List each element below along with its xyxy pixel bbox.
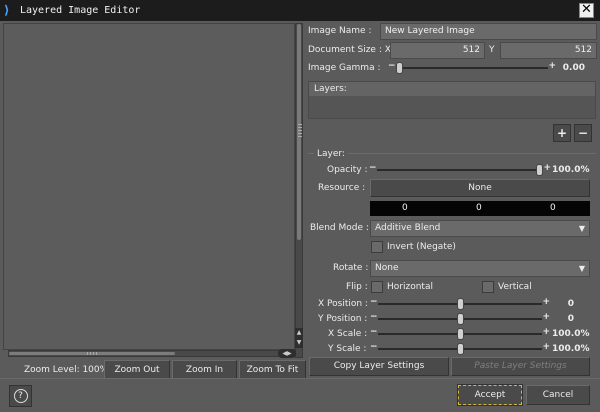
x-position-label: X Position : bbox=[318, 299, 368, 309]
blend-mode-label: Blend Mode : bbox=[310, 223, 369, 233]
x-position-slider-thumb[interactable] bbox=[456, 298, 464, 310]
rotate-value: None bbox=[375, 263, 399, 273]
y-position-slider[interactable]: − + bbox=[370, 312, 550, 325]
layers-header: Layers: bbox=[309, 82, 595, 96]
document-size-x-label: Document Size : X bbox=[308, 45, 391, 55]
opacity-label: Opacity : bbox=[327, 165, 368, 175]
document-size-x-field[interactable]: 512 bbox=[390, 42, 485, 59]
y-scale-slider[interactable]: − + bbox=[370, 342, 550, 355]
blend-mode-value: Additive Blend bbox=[375, 223, 441, 233]
x-scale-slider-thumb[interactable] bbox=[456, 328, 464, 340]
scroll-down-icon[interactable]: ▼ bbox=[295, 338, 303, 348]
y-scale-value: 100.0% bbox=[552, 344, 590, 354]
gamma-plus-icon: + bbox=[548, 61, 556, 71]
document-size-y-label: Y bbox=[489, 45, 495, 55]
scroll-left-right-icon[interactable]: ◀▶ bbox=[278, 349, 296, 358]
x-position-plus-icon: + bbox=[542, 297, 550, 307]
opacity-plus-icon: + bbox=[543, 163, 551, 173]
gamma-slider-thumb[interactable] bbox=[396, 62, 403, 74]
layer-group-title: Layer: bbox=[314, 147, 348, 161]
remove-layer-button[interactable]: − bbox=[574, 124, 592, 142]
document-size-y-field[interactable]: 512 bbox=[500, 42, 597, 59]
image-name-label: Image Name : bbox=[308, 26, 372, 36]
y-scale-minus-icon: − bbox=[370, 342, 378, 352]
flip-vertical-label: Vertical bbox=[498, 282, 532, 292]
dialog-footer: ? Accept Cancel bbox=[0, 378, 600, 412]
layers-list[interactable]: Layers: bbox=[308, 81, 596, 119]
color-value-r: 0 bbox=[402, 203, 408, 213]
rotate-label: Rotate : bbox=[333, 263, 369, 273]
x-position-minus-icon: − bbox=[370, 297, 378, 307]
zoom-level-label: Zoom Level: 100% bbox=[24, 365, 109, 375]
x-position-value: 0 bbox=[567, 299, 574, 309]
window-title: Layered Image Editor bbox=[20, 5, 141, 16]
x-scale-slider[interactable]: − + bbox=[370, 327, 550, 340]
resource-label: Resource : bbox=[318, 183, 366, 193]
invert-label: Invert (Negate) bbox=[387, 242, 456, 252]
settings-panel: Image Name : New Layered Image Document … bbox=[303, 23, 600, 378]
rotate-dropdown[interactable]: None ▼ bbox=[370, 260, 590, 277]
help-icon: ? bbox=[13, 389, 28, 403]
horizontal-scrollbar[interactable] bbox=[8, 350, 295, 357]
opacity-minus-icon: − bbox=[369, 163, 377, 173]
image-preview-canvas[interactable] bbox=[3, 23, 295, 350]
blend-mode-dropdown[interactable]: Additive Blend ▼ bbox=[370, 220, 590, 237]
paste-layer-settings-button[interactable]: Paste Layer Settings bbox=[451, 357, 590, 376]
image-gamma-label: Image Gamma : bbox=[308, 63, 381, 73]
y-scale-plus-icon: + bbox=[542, 342, 550, 352]
y-position-label: Y Position : bbox=[318, 314, 368, 324]
image-name-field[interactable]: New Layered Image bbox=[380, 23, 597, 40]
chevron-down-icon: ▼ bbox=[578, 264, 585, 273]
y-position-minus-icon: − bbox=[370, 312, 378, 322]
chevron-down-icon: ▼ bbox=[578, 224, 585, 233]
scroll-up-icon[interactable]: ▲ bbox=[295, 328, 303, 338]
layer-group-divider bbox=[308, 153, 596, 154]
y-position-slider-thumb[interactable] bbox=[456, 313, 464, 325]
flip-horizontal-checkbox[interactable] bbox=[371, 281, 383, 293]
flip-vertical-checkbox[interactable] bbox=[482, 281, 494, 293]
image-gamma-slider[interactable]: − + bbox=[388, 61, 556, 74]
horizontal-scroll-thumb[interactable] bbox=[9, 352, 175, 355]
x-scale-minus-icon: − bbox=[370, 327, 378, 337]
color-value-b: 0 bbox=[550, 203, 556, 213]
y-position-plus-icon: + bbox=[542, 312, 550, 322]
y-scale-label: Y Scale : bbox=[328, 344, 367, 354]
color-value-g: 0 bbox=[476, 203, 482, 213]
x-scale-value: 100.0% bbox=[552, 329, 590, 339]
color-value-bar[interactable]: 0 0 0 bbox=[370, 201, 590, 216]
add-layer-button[interactable]: + bbox=[553, 124, 571, 142]
resource-button[interactable]: None bbox=[370, 179, 590, 197]
opacity-slider-thumb[interactable] bbox=[536, 164, 543, 176]
y-scale-slider-thumb[interactable] bbox=[456, 343, 464, 355]
flip-horizontal-label: Horizontal bbox=[387, 282, 433, 292]
help-button[interactable]: ? bbox=[9, 385, 32, 407]
copy-layer-settings-button[interactable]: Copy Layer Settings bbox=[309, 357, 449, 376]
x-scale-label: X Scale : bbox=[328, 329, 368, 339]
cancel-button[interactable]: Cancel bbox=[526, 385, 590, 405]
title-bar: ⟩ Layered Image Editor ✕ bbox=[0, 0, 600, 21]
accept-button[interactable]: Accept bbox=[457, 384, 523, 406]
opacity-value: 100.0% bbox=[552, 165, 590, 175]
y-position-value: 0 bbox=[567, 314, 574, 324]
app-icon: ⟩ bbox=[4, 3, 10, 17]
vertical-scrollbar[interactable] bbox=[295, 23, 303, 358]
invert-checkbox[interactable] bbox=[371, 241, 383, 253]
opacity-slider[interactable]: − + bbox=[369, 163, 551, 176]
image-gamma-value: 0.00 bbox=[562, 63, 585, 73]
flip-label: Flip : bbox=[346, 282, 368, 292]
vertical-scroll-thumb[interactable] bbox=[297, 24, 302, 240]
close-button[interactable]: ✕ bbox=[579, 3, 594, 18]
gamma-minus-icon: − bbox=[388, 61, 396, 71]
x-scale-plus-icon: + bbox=[542, 327, 550, 337]
x-position-slider[interactable]: − + bbox=[370, 297, 550, 310]
